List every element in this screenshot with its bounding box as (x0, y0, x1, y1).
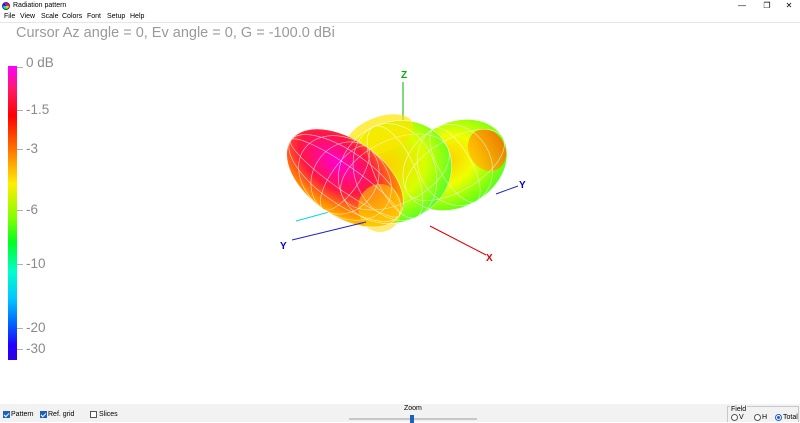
y-axis-label-left: Y (280, 241, 287, 252)
pattern-checkbox-label: Pattern (11, 411, 34, 418)
ref-grid-checkbox[interactable] (40, 411, 47, 418)
slices-checkbox-label: Slices (99, 411, 118, 418)
pattern-checkbox[interactable] (3, 411, 10, 418)
x-axis-line (429, 225, 487, 256)
control-bar: Pattern Ref. grid Slices Zoom (0, 404, 800, 423)
y-axis-line-left (291, 221, 367, 241)
field-group (727, 406, 799, 422)
z-axis-label: Z (401, 70, 407, 81)
x-axis-label: X (486, 253, 493, 264)
zoom-label: Zoom (404, 405, 422, 412)
radiation-pattern-3d[interactable]: Z Y X Y (0, 0, 800, 422)
y-axis-label-right: Y (519, 180, 526, 191)
y-axis-line-right (495, 185, 519, 195)
slices-checkbox[interactable] (90, 411, 97, 418)
ref-grid-checkbox-label: Ref. grid (48, 411, 75, 418)
